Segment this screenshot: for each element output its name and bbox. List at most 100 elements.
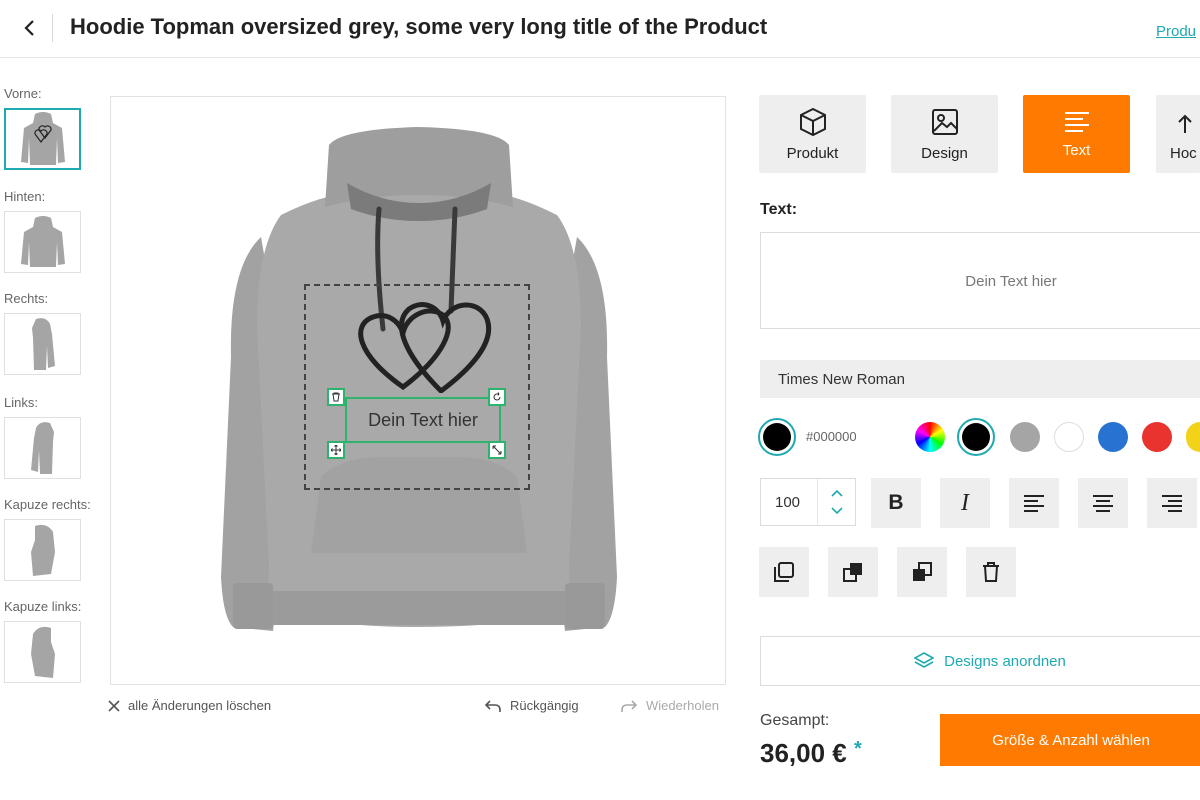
color-swatch-grey[interactable] <box>1010 422 1040 452</box>
hoodie-left-thumbnail <box>30 422 54 474</box>
bring-forward-icon <box>843 563 862 582</box>
tab-design[interactable]: Design <box>891 95 998 173</box>
font-size-input[interactable]: 100 <box>760 478 856 526</box>
view-thumb-right[interactable] <box>4 313 81 375</box>
resize-handle[interactable] <box>488 441 506 459</box>
italic-button[interactable]: I <box>940 478 990 528</box>
view-thumb-hood-right[interactable] <box>4 519 81 581</box>
arrange-designs-label: Designs anordnen <box>944 652 1066 670</box>
text-input[interactable]: Dein Text hier <box>760 232 1200 329</box>
delete-button[interactable] <box>966 547 1016 597</box>
undo-icon <box>484 699 501 712</box>
undo-button[interactable]: Rückgängig <box>484 698 579 713</box>
undo-label: Rückgängig <box>510 698 579 713</box>
hoodie-front-thumbnail <box>20 112 65 165</box>
tab-upload[interactable]: Hoc <box>1156 95 1200 173</box>
total-price-value: 36,00 € <box>760 738 847 768</box>
tab-upload-label: Hoc <box>1170 144 1197 162</box>
chevron-up-icon[interactable] <box>831 489 843 497</box>
image-icon <box>931 108 958 135</box>
rotate-handle[interactable] <box>488 388 506 406</box>
view-thumb-front[interactable] <box>4 108 81 170</box>
back-button[interactable] <box>14 12 46 44</box>
color-swatch-black-dot <box>962 423 990 451</box>
color-swatch-red[interactable] <box>1142 422 1172 452</box>
choose-size-button[interactable]: Größe & Anzahl wählen <box>940 714 1200 766</box>
tab-text-label: Text <box>1062 141 1091 159</box>
header-divider <box>52 14 53 42</box>
total-price: 36,00 € * <box>760 738 862 769</box>
current-color-swatch[interactable] <box>758 418 796 456</box>
resize-icon <box>492 445 502 455</box>
align-center-icon <box>1093 495 1113 512</box>
font-size-value: 100 <box>775 494 801 511</box>
bold-button[interactable]: B <box>871 478 921 528</box>
color-swatch-black[interactable] <box>957 418 995 456</box>
price-note-marker: * <box>853 738 862 760</box>
view-label-left: Links: <box>4 395 38 410</box>
hood-left-thumbnail <box>30 626 55 678</box>
layers-icon <box>914 652 935 668</box>
chevron-left-icon <box>24 20 34 36</box>
header: Hoodie Topman oversized grey, some very … <box>0 0 1200 58</box>
align-left-button[interactable] <box>1009 478 1059 528</box>
trash-icon <box>332 392 340 402</box>
view-thumb-hood-left[interactable] <box>4 621 81 683</box>
text-element-label: Dein Text hier <box>368 409 478 430</box>
view-label-hood-left: Kapuze links: <box>4 599 82 614</box>
cube-icon <box>799 107 826 136</box>
send-backward-button[interactable] <box>897 547 947 597</box>
align-right-icon <box>1162 495 1182 512</box>
view-thumb-left[interactable] <box>4 417 81 479</box>
total-label: Gesampt: <box>760 712 830 729</box>
trash-icon <box>983 562 999 582</box>
redo-label: Wiederholen <box>646 698 719 713</box>
view-thumb-back[interactable] <box>4 211 81 273</box>
color-hex-value: #000000 <box>806 429 857 444</box>
close-icon <box>108 699 120 712</box>
color-swatch-blue[interactable] <box>1098 422 1128 452</box>
color-swatch-yellow[interactable] <box>1186 422 1200 452</box>
redo-icon <box>621 699 638 712</box>
product-link[interactable]: Produ <box>1156 23 1200 40</box>
duplicate-icon <box>774 562 794 582</box>
move-handle[interactable] <box>327 441 345 459</box>
text-element[interactable]: Dein Text hier <box>345 397 501 443</box>
align-center-button[interactable] <box>1078 478 1128 528</box>
design-canvas[interactable]: Dein Text hier <box>110 96 726 685</box>
rotate-icon <box>493 392 501 401</box>
view-label-right: Rechts: <box>4 291 49 306</box>
font-size-stepper[interactable] <box>817 479 855 525</box>
color-swatch-white[interactable] <box>1054 422 1084 452</box>
bold-label: B <box>888 491 904 514</box>
arrange-designs-button[interactable]: Designs anordnen <box>760 636 1200 686</box>
chevron-down-icon[interactable] <box>831 507 843 515</box>
choose-size-label: Größe & Anzahl wählen <box>992 731 1150 749</box>
view-label-back: Hinten: <box>4 189 46 204</box>
view-label-front: Vorne: <box>4 86 42 101</box>
clear-all-button[interactable]: alle Änderungen löschen <box>108 698 271 713</box>
current-color-dot <box>763 423 791 451</box>
tab-text[interactable]: Text <box>1023 95 1130 173</box>
tab-produkt[interactable]: Produkt <box>759 95 866 173</box>
redo-button[interactable]: Wiederholen <box>620 698 719 713</box>
duplicate-button[interactable] <box>759 547 809 597</box>
delete-handle[interactable] <box>327 388 345 406</box>
send-backward-icon <box>913 562 932 581</box>
page-title: Hoodie Topman oversized grey, some very … <box>70 14 768 39</box>
font-select[interactable]: Times New Roman <box>760 360 1200 398</box>
tab-design-label: Design <box>921 144 968 162</box>
hearts-design[interactable] <box>347 295 497 393</box>
text-align-icon <box>1064 111 1089 132</box>
move-icon <box>331 445 341 455</box>
view-label-hood-right: Kapuze rechts: <box>4 497 91 512</box>
align-left-icon <box>1024 495 1044 512</box>
tab-produkt-label: Produkt <box>786 144 839 162</box>
upload-icon <box>1178 114 1192 133</box>
italic-label: I <box>961 489 969 516</box>
color-wheel-swatch[interactable] <box>915 422 945 452</box>
align-right-button[interactable] <box>1147 478 1197 528</box>
text-input-value: Dein Text hier <box>965 273 1057 290</box>
bring-forward-button[interactable] <box>828 547 878 597</box>
hoodie-back-thumbnail <box>20 216 65 267</box>
